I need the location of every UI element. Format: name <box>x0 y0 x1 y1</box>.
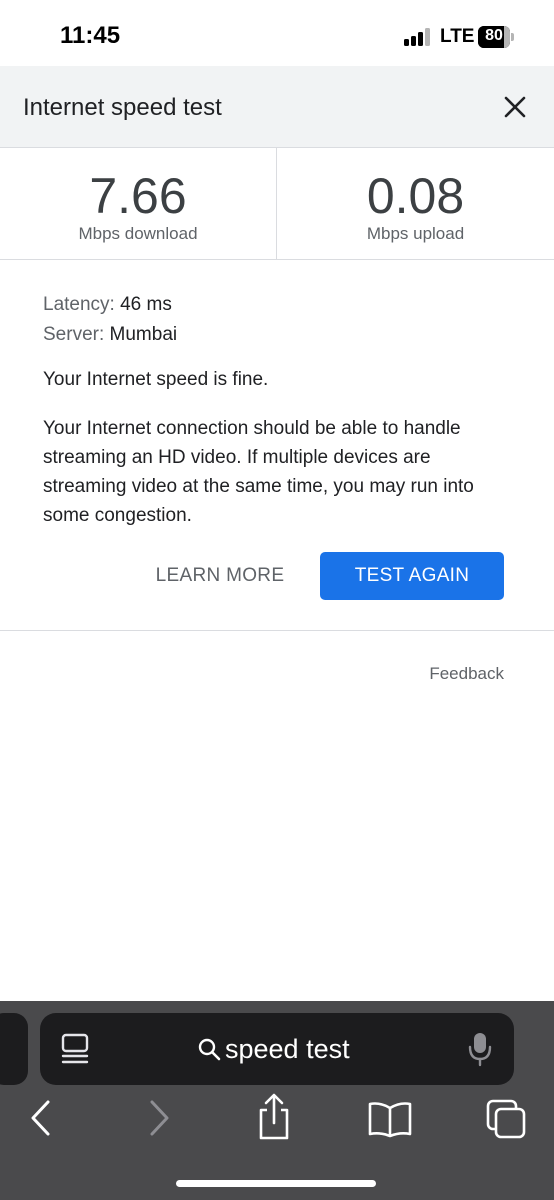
tabs-icon[interactable] <box>484 1097 528 1141</box>
upload-value: 0.08 <box>366 168 465 224</box>
close-icon <box>504 96 526 118</box>
speed-test-header: Internet speed test <box>0 66 554 148</box>
latency-label: Latency: <box>43 294 115 315</box>
speed-metrics: 7.66 Mbps download 0.08 Mbps upload <box>0 148 554 260</box>
network-type: LTE <box>440 26 475 47</box>
divider <box>0 630 554 631</box>
upload-metric: 0.08 Mbps upload <box>277 148 554 260</box>
feedback-link[interactable]: Feedback <box>429 664 504 684</box>
test-again-button[interactable]: TEST AGAIN <box>320 552 504 600</box>
forward-icon[interactable] <box>148 1098 172 1138</box>
download-value: 7.66 <box>89 168 187 224</box>
bookmarks-icon[interactable] <box>366 1100 414 1138</box>
search-query[interactable]: speed test <box>225 1033 350 1065</box>
battery-icon: 80 <box>478 26 510 48</box>
share-icon[interactable] <box>254 1092 294 1142</box>
download-label: Mbps download <box>78 224 198 243</box>
speed-summary: Your Internet speed is fine. <box>43 369 269 390</box>
latency-value: 46 ms <box>120 294 172 315</box>
cellular-signal-icon <box>404 28 430 46</box>
upload-label: Mbps upload <box>366 224 465 243</box>
speed-explanation: Your Internet connection should be able … <box>43 418 474 526</box>
page-title: Internet speed test <box>23 94 222 121</box>
home-indicator <box>176 1180 376 1187</box>
server-value: Mumbai <box>109 324 178 345</box>
microphone-icon[interactable] <box>468 1031 492 1067</box>
search-icon <box>198 1038 221 1061</box>
tab-overview-icon[interactable] <box>60 1033 90 1065</box>
address-bar[interactable]: speed test <box>40 1013 514 1085</box>
download-metric: 7.66 Mbps download <box>0 148 277 260</box>
learn-more-button[interactable]: LEARN MORE <box>142 552 298 600</box>
test-details: Latency: 46 ms Server: Mumbai <box>43 290 513 350</box>
back-icon[interactable] <box>28 1098 52 1138</box>
server-label: Server: <box>43 324 105 345</box>
server-row: Server: Mumbai <box>43 320 513 350</box>
close-button[interactable] <box>496 88 534 126</box>
battery-percent: 80 <box>485 27 503 44</box>
status-bar: 11:45 LTE 80 <box>0 0 554 66</box>
battery-cap <box>511 33 514 41</box>
previous-tab-pill[interactable] <box>0 1013 28 1085</box>
latency-row: Latency: 46 ms <box>43 290 513 320</box>
status-time: 11:45 <box>60 22 121 49</box>
